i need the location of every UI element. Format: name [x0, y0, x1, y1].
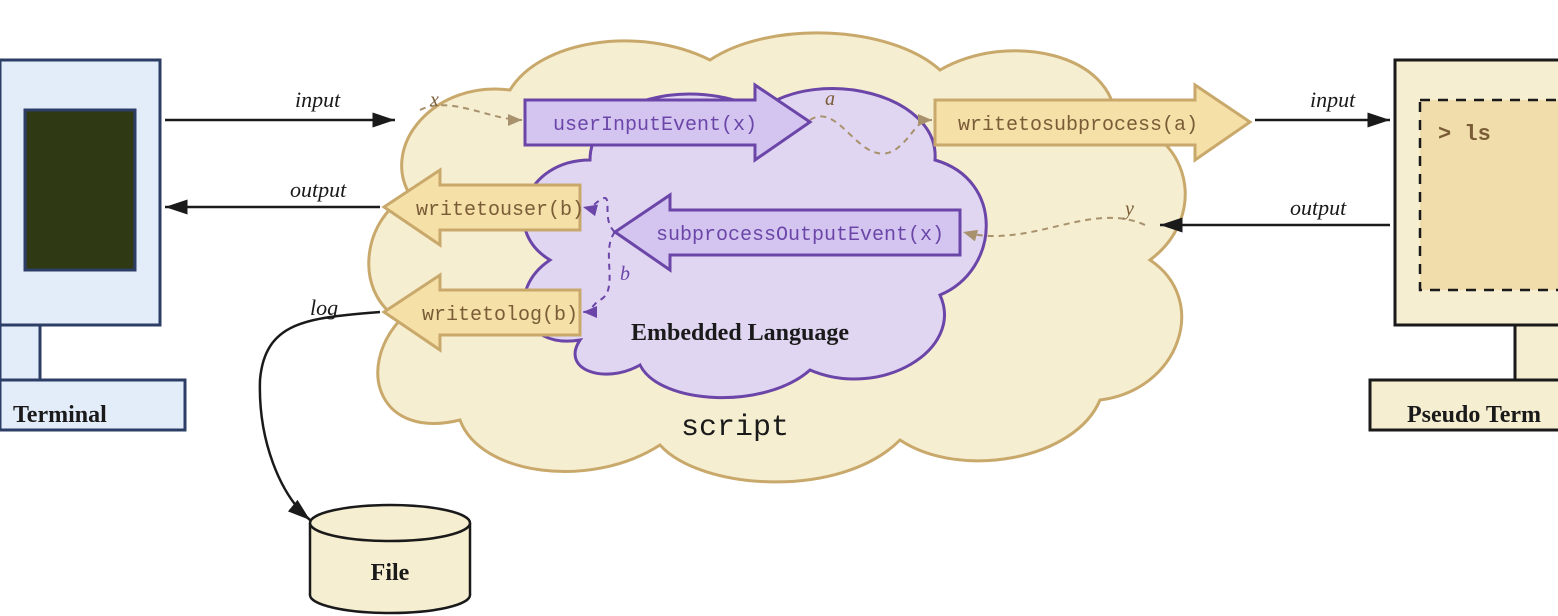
- var-x: x: [429, 89, 439, 111]
- terminal-label: Terminal: [13, 402, 107, 428]
- embedded-language-label: Embedded Language: [631, 320, 849, 346]
- diagram-root: Terminal > ls Pseudo Term script Embedde…: [0, 0, 1558, 616]
- arrow-log: [260, 312, 380, 520]
- label-log: log: [310, 295, 338, 320]
- writetouser-label: writetouser(b): [416, 199, 584, 222]
- var-y: y: [1123, 198, 1134, 220]
- terminal: Terminal: [0, 60, 185, 430]
- label-output-right: output: [1290, 195, 1347, 220]
- file-label: File: [371, 560, 410, 586]
- pseudo-terminal-prompt: > ls: [1438, 122, 1491, 147]
- subprocessoutputevent-label: subprocessOutputEvent(x): [656, 224, 944, 247]
- userinputevent-label: userInputEvent(x): [553, 114, 757, 137]
- label-input-left: input: [295, 87, 341, 112]
- script-cloud-label: script: [681, 411, 789, 445]
- label-input-right: input: [1310, 87, 1356, 112]
- file-cylinder: File: [310, 505, 470, 613]
- writetolog-label: writetolog(b): [422, 304, 578, 327]
- var-b: b: [620, 263, 630, 285]
- pseudo-terminal: > ls Pseudo Term: [1370, 60, 1558, 430]
- writetosubprocess-label: writetosubprocess(a): [958, 114, 1198, 137]
- var-a: a: [825, 88, 835, 110]
- label-output-left: output: [290, 177, 347, 202]
- pseudo-terminal-label: Pseudo Term: [1407, 402, 1541, 428]
